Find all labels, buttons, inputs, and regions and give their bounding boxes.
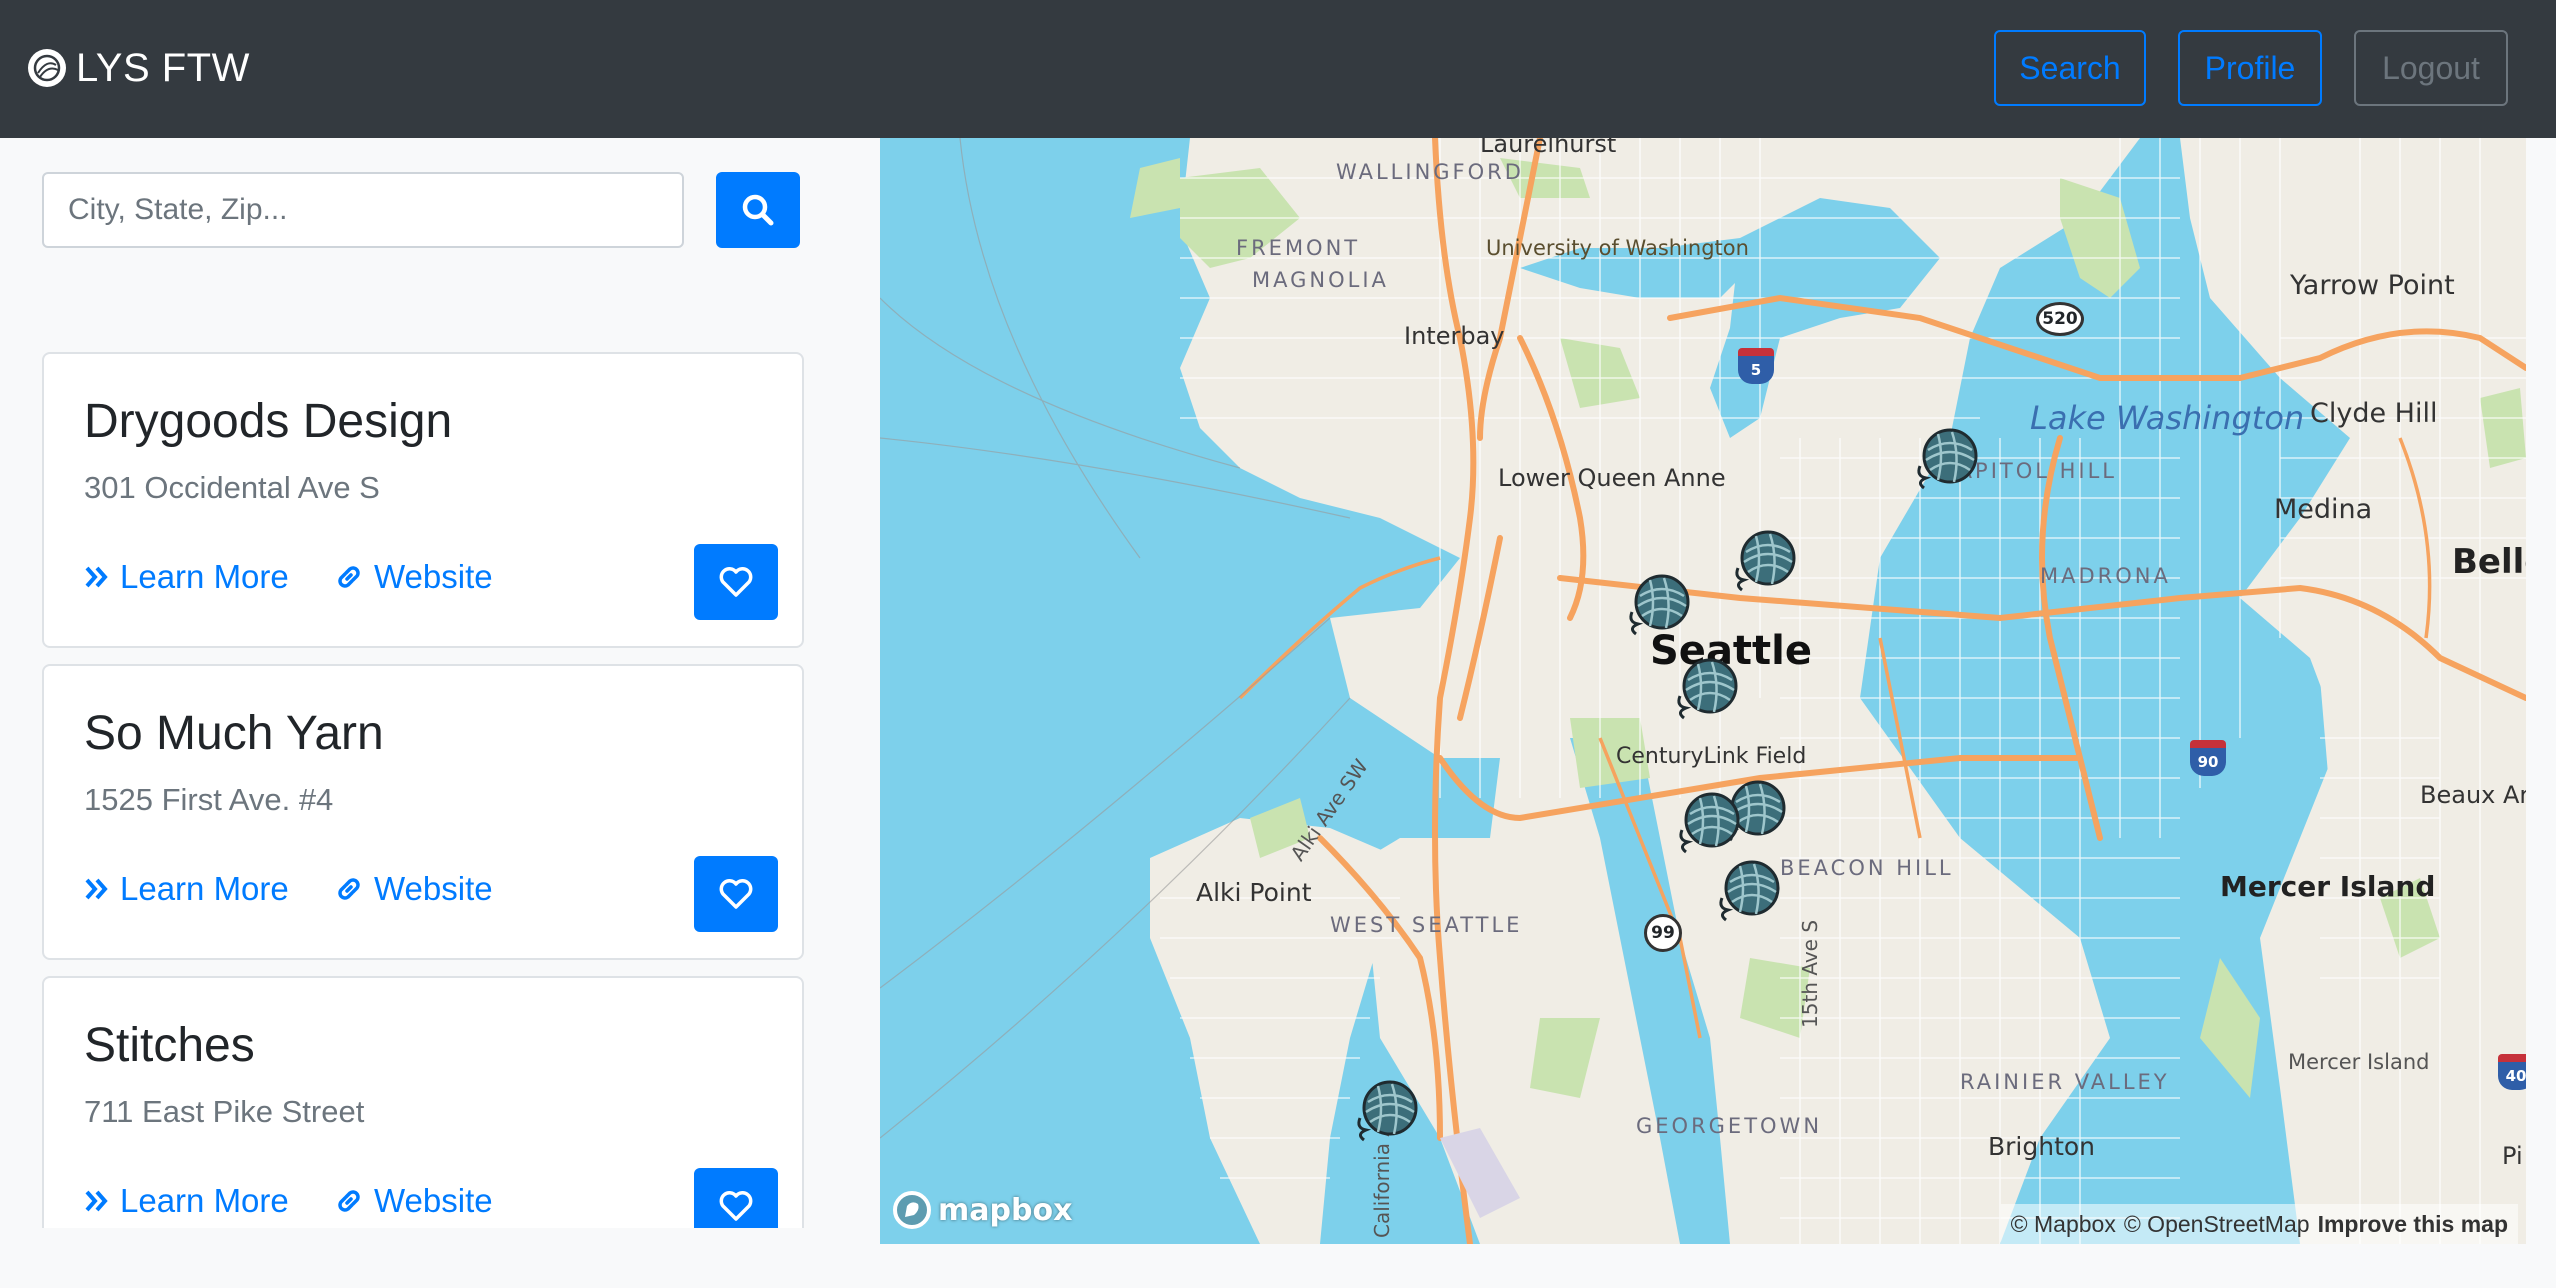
- double-chevron-right-icon: [85, 878, 108, 900]
- store-card: Drygoods Design 301 Occidental Ave S Lea…: [42, 352, 804, 648]
- yarn-ball-icon[interactable]: [1716, 858, 1780, 922]
- interstate-5-shield: 5: [1738, 348, 1774, 384]
- map-label: University of Washington: [1486, 236, 1749, 260]
- yarn-ball-icon[interactable]: [1676, 790, 1740, 854]
- store-address: 711 East Pike Street: [84, 1094, 365, 1129]
- map-label: Medina: [2274, 494, 2373, 525]
- improve-map-link[interactable]: Improve this map: [2318, 1211, 2508, 1238]
- heart-icon: [719, 567, 753, 597]
- store-card: Stitches 711 East Pike Street Learn More…: [42, 976, 804, 1228]
- learn-more-label: Learn More: [120, 870, 289, 907]
- map-label: 15th Ave S: [1798, 919, 1822, 1028]
- interstate-90-shield: 90: [2190, 740, 2226, 776]
- map-label: FREMONT: [1236, 236, 1361, 260]
- link-icon: [338, 878, 360, 900]
- yarn-ball-icon[interactable]: [1732, 528, 1796, 592]
- mapbox-logo-text: mapbox: [938, 1192, 1073, 1228]
- double-chevron-right-icon: [85, 1190, 108, 1212]
- favorite-button[interactable]: [694, 1168, 778, 1228]
- logout-nav-button[interactable]: Logout: [2354, 30, 2508, 106]
- website-label: Website: [374, 558, 493, 595]
- store-name: Stitches: [84, 1019, 255, 1072]
- yarn-logo-icon: [28, 49, 66, 87]
- location-search-button[interactable]: [716, 172, 800, 248]
- store-list[interactable]: Drygoods Design 301 Occidental Ave S Lea…: [42, 352, 804, 1228]
- map-label: CenturyLink Field: [1616, 744, 1807, 769]
- heart-icon: [719, 879, 753, 909]
- search-nav-button[interactable]: Search: [1994, 30, 2146, 106]
- map-label: Clyde Hill: [2310, 398, 2438, 429]
- map-label: MAGNOLIA: [1252, 268, 1389, 292]
- favorite-button[interactable]: [694, 856, 778, 932]
- website-link[interactable]: Website: [334, 1182, 493, 1220]
- map-label: Belle: [2452, 542, 2526, 582]
- map-label: Pi: [2502, 1142, 2523, 1170]
- osm-attribution-link[interactable]: © OpenStreetMap: [2124, 1211, 2310, 1238]
- store-name: So Much Yarn: [84, 707, 384, 760]
- website-link[interactable]: Website: [334, 870, 493, 908]
- store-name: Drygoods Design: [84, 395, 453, 448]
- map-label: MADRONA: [2040, 564, 2171, 588]
- favorite-button[interactable]: [694, 544, 778, 620]
- brand[interactable]: LYS FTW: [28, 44, 250, 92]
- yarn-ball-icon[interactable]: [1354, 1078, 1418, 1142]
- map-label: Mercer Island: [2288, 1050, 2430, 1074]
- map-label: Beaux Arts Village: [2420, 781, 2526, 809]
- navbar: LYS FTW Search Profile Logout: [0, 0, 2556, 138]
- store-address: 1525 First Ave. #4: [84, 782, 334, 817]
- heart-icon: [719, 1191, 753, 1221]
- yarn-ball-icon[interactable]: [1626, 572, 1690, 636]
- learn-more-label: Learn More: [120, 558, 289, 595]
- map-label: Mercer Island: [2220, 870, 2436, 903]
- map-label: Interbay: [1404, 322, 1505, 350]
- learn-more-link[interactable]: Learn More: [84, 870, 289, 908]
- link-icon: [338, 1190, 360, 1212]
- map[interactable]: Laurelhurst WALLINGFORD FREMONT Universi…: [880, 138, 2526, 1244]
- store-card: So Much Yarn 1525 First Ave. #4 Learn Mo…: [42, 664, 804, 960]
- website-label: Website: [374, 870, 493, 907]
- yarn-ball-icon[interactable]: [1914, 426, 1978, 490]
- brand-name: LYS FTW: [76, 45, 250, 90]
- learn-more-link[interactable]: Learn More: [84, 558, 289, 596]
- mapbox-icon: [893, 1191, 931, 1229]
- location-search-input[interactable]: [42, 172, 684, 248]
- website-link[interactable]: Website: [334, 558, 493, 596]
- map-label: Lower Queen Anne: [1498, 464, 1726, 492]
- map-label: Laurelhurst: [1480, 138, 1617, 158]
- map-label: WEST SEATTLE: [1330, 913, 1523, 937]
- route-99-shield: 99: [1644, 914, 1682, 952]
- learn-more-link[interactable]: Learn More: [84, 1182, 289, 1220]
- map-label: GEORGETOWN: [1636, 1114, 1823, 1138]
- map-label: BEACON HILL: [1780, 856, 1954, 880]
- profile-nav-button[interactable]: Profile: [2178, 30, 2322, 106]
- route-520-shield: 520: [2036, 302, 2084, 336]
- interstate-405-shield: 40: [2498, 1054, 2526, 1090]
- map-attribution: © Mapbox © OpenStreetMap Improve this ma…: [2000, 1204, 2518, 1244]
- double-chevron-right-icon: [85, 566, 108, 588]
- website-label: Website: [374, 1182, 493, 1219]
- link-icon: [338, 566, 360, 588]
- learn-more-label: Learn More: [120, 1182, 289, 1219]
- search-icon: [742, 194, 774, 226]
- map-label: Brighton: [1988, 1132, 2096, 1161]
- map-label: Yarrow Point: [2290, 270, 2455, 301]
- map-label: Alki Point: [1196, 878, 1312, 907]
- mapbox-logo[interactable]: mapbox: [892, 1190, 1072, 1230]
- yarn-ball-icon[interactable]: [1674, 656, 1738, 720]
- map-label: WALLINGFORD: [1336, 160, 1524, 184]
- map-label: RAINIER VALLEY: [1960, 1070, 2170, 1094]
- map-label: Lake Washington: [2030, 399, 2305, 437]
- store-address: 301 Occidental Ave S: [84, 470, 380, 505]
- mapbox-attribution-link[interactable]: © Mapbox: [2011, 1211, 2116, 1238]
